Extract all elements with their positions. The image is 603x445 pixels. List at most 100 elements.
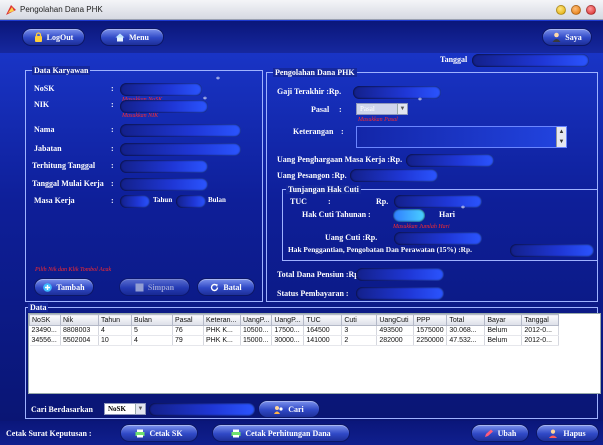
penghargaan-label: Uang Penghargaan Masa Kerja :Rp. [277,155,403,164]
nosk-field[interactable] [120,83,202,96]
status-field[interactable] [356,287,444,300]
home-icon [115,33,125,41]
table-cell: 23490... [29,325,61,336]
hapus-button[interactable]: Hapus [536,424,599,442]
jabatan-label: Jabatan [34,144,62,153]
cari-field[interactable] [149,403,255,416]
table-cell: 76 [172,325,204,336]
table-cell: Belum [484,335,523,346]
cetak-perhitungan-button[interactable]: Cetak Perhitungan Dana [212,424,350,442]
column-header[interactable]: Keteran... [203,314,241,326]
tanggal-field[interactable] [472,54,589,67]
column-header[interactable]: Bayar [484,314,523,326]
gaji-field[interactable] [353,86,441,99]
nik-field[interactable] [120,100,208,113]
keterangan-textarea[interactable] [356,126,567,148]
keterangan-label: Keterangan [293,127,334,136]
table-cell: 2250000 [413,335,448,346]
menu-label: Menu [129,32,149,42]
table-row[interactable]: 34556... 5502004 10 4 79 PHK K... 15000... 3000… [29,335,560,346]
table-cell: PHK K... [203,325,241,336]
uangcuti-field[interactable] [394,232,482,245]
simpan-button[interactable]: Simpan [119,278,190,296]
nosk-required-star: * [216,75,220,84]
tahun-label: Tahun [153,196,173,204]
title-bar: Pengolahan Dana PHK [0,0,603,20]
tambah-label: Tambah [56,282,85,292]
mulai-field[interactable] [120,178,208,191]
pencil-icon [484,429,493,437]
column-header[interactable]: UangP... [271,314,305,326]
terhitung-label: Terhitung Tanggal [32,161,96,170]
table-cell: 2 [341,335,378,346]
pesangon-label: Uang Pesangon :Rp. [277,171,347,180]
tuc-field[interactable] [394,195,482,208]
hari-label: Hari [439,210,455,219]
terhitung-field[interactable] [120,160,208,173]
menu-button[interactable]: Menu [100,28,164,46]
cetak-perhitungan-label: Cetak Perhitungan Dana [245,428,331,438]
hakpenggantian-field[interactable] [510,244,594,257]
penghargaan-field[interactable] [406,154,494,167]
pasal-select[interactable]: Pasal ▼ [356,103,408,115]
table-cell: 141000 [303,335,343,346]
saya-button[interactable]: Saya [542,28,592,46]
table-row[interactable]: 23490... 8808003 4 5 76 PHK K... 10500... 17500… [29,325,560,336]
uangcuti-label: Uang Cuti :Rp. [325,233,378,242]
column-header[interactable]: Tahun [98,314,132,326]
tanggal-label: Tanggal [440,55,468,64]
jabatan-colon: : [111,144,114,153]
masa-bulan-field[interactable] [176,195,206,208]
batal-button[interactable]: Batal [197,278,255,296]
column-header[interactable]: Pasal [172,314,204,326]
cetak-sk-button[interactable]: Cetak SK [120,424,198,442]
total-field[interactable] [356,268,444,281]
nama-label: Nama [34,125,55,134]
column-header[interactable]: TUC [303,314,343,326]
jabatan-field[interactable] [120,143,241,156]
cari-select[interactable]: NoSK ▼ [104,403,146,415]
table-cell: 10500... [240,325,273,336]
table-cell: 79 [172,335,204,346]
column-header[interactable]: Bulan [131,314,173,326]
masa-kerja-label: Masa Kerja [34,196,75,205]
column-header[interactable]: Tanggal [521,314,560,326]
column-header[interactable]: Total [446,314,486,326]
table-cell: 4 [131,335,173,346]
column-header[interactable]: NoSK [29,314,61,326]
table-cell: 2012-0... [521,325,560,336]
close-button[interactable] [586,5,596,15]
pasal-label: Pasal [311,105,330,114]
maximize-button[interactable] [571,5,581,15]
hakcuti-field[interactable] [393,209,425,222]
printer-icon [135,429,145,437]
scroll-up-icon[interactable]: ▲ [557,127,566,137]
column-header[interactable]: PPP [413,314,448,326]
table-cell: 1575000 [413,325,448,336]
search-people-icon [274,405,283,414]
ubah-button[interactable]: Ubah [471,424,529,442]
table-cell: 493500 [376,325,415,336]
top-toolbar: LogOut Menu Saya [0,21,603,53]
column-header[interactable]: Nik [60,314,99,326]
table-cell: Belum [484,325,523,336]
minimize-button[interactable] [556,5,566,15]
lock-icon [34,32,42,42]
column-header[interactable]: Cuti [341,314,378,326]
tambah-button[interactable]: Tambah [34,278,94,296]
app-icon [6,5,16,15]
keterangan-scrollbar[interactable]: ▲ ▼ [556,127,566,147]
nama-field[interactable] [120,124,241,137]
table-cell: 47.532... [446,335,486,346]
chevron-down-icon: ▼ [397,104,407,114]
cetak-sk-label: Cetak SK [149,428,183,438]
logout-button[interactable]: LogOut [22,28,85,46]
scroll-down-icon[interactable]: ▼ [557,137,566,147]
table-cell: 34556... [29,335,61,346]
column-header[interactable]: UangCuti [376,314,415,326]
cari-button[interactable]: Cari [258,400,320,418]
column-header[interactable]: UangP... [239,314,273,326]
status-label: Status Pembayaran : [277,289,349,298]
masa-tahun-field[interactable] [120,195,150,208]
pesangon-field[interactable] [350,169,438,182]
